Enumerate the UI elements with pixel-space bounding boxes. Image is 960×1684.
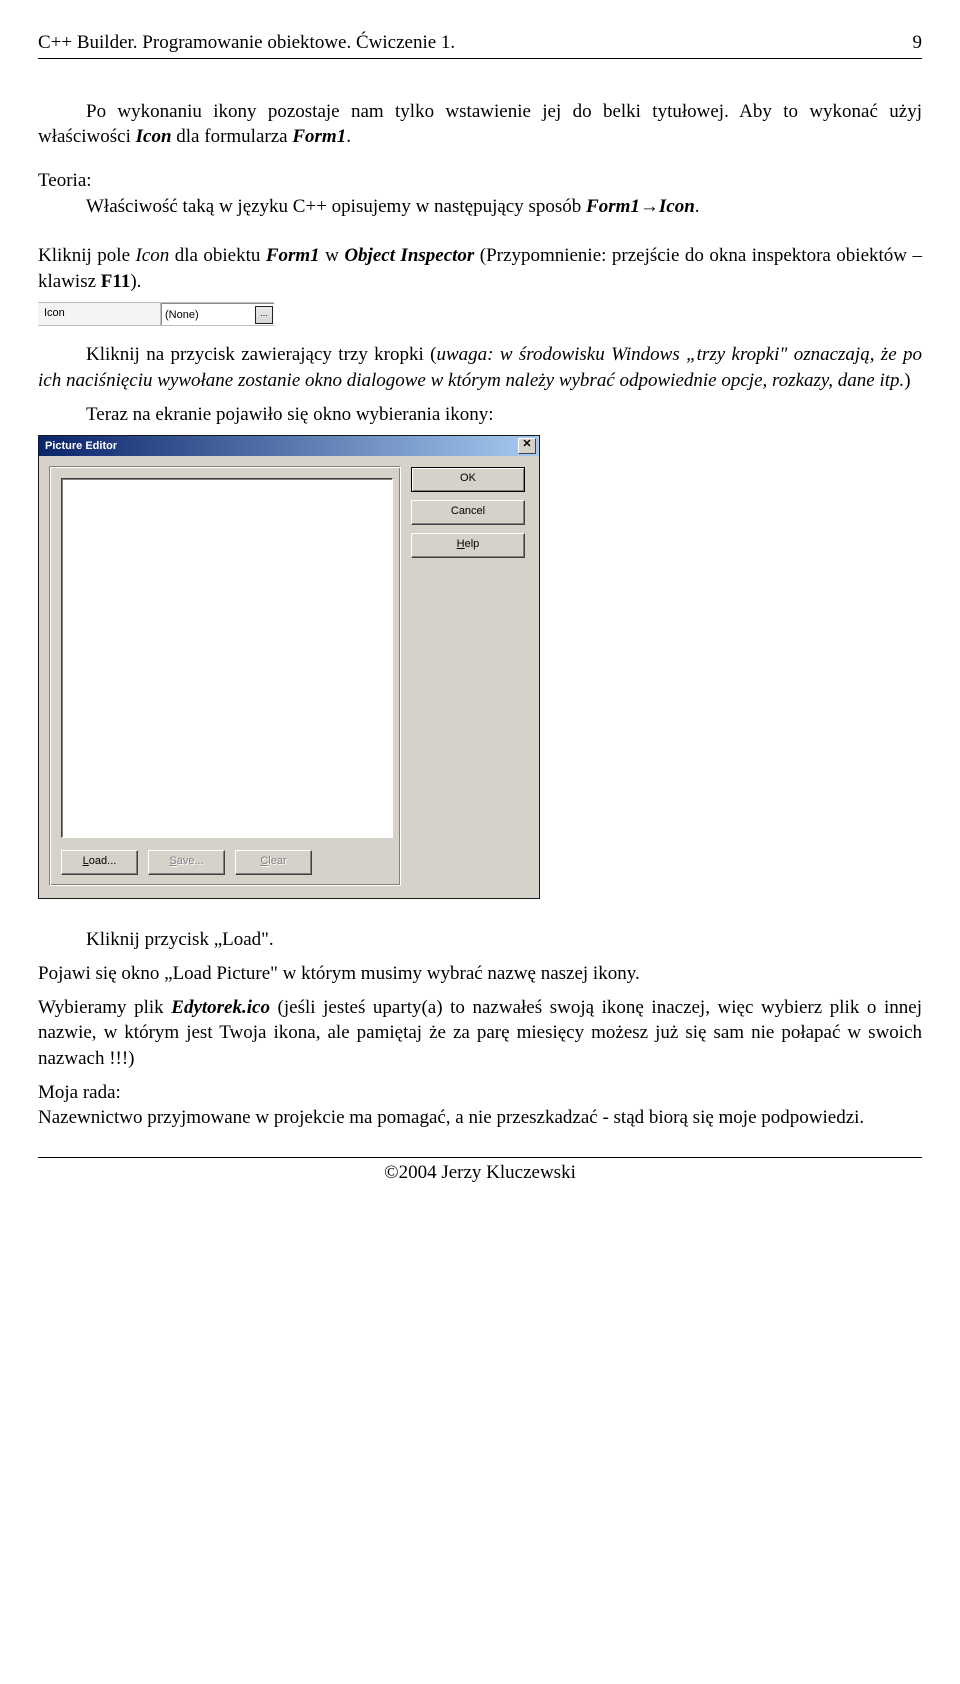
footer-copyright: ©2004 Jerzy Kluczewski <box>38 1160 922 1186</box>
clear-button: Clear <box>235 850 312 875</box>
paragraph-6: Kliknij przycisk „Load". <box>38 927 922 953</box>
footer-divider <box>38 1157 922 1158</box>
inspector-property-name: Icon <box>38 303 161 325</box>
page-number: 9 <box>913 30 923 56</box>
picture-preview-area <box>61 478 393 838</box>
ok-button[interactable]: OK <box>411 467 525 492</box>
inspector-property-value: (None) <box>165 308 199 323</box>
paragraph-5: Teraz na ekranie pojawiło się okno wybie… <box>38 402 922 428</box>
picture-preview-frame: Load... Save... Clear <box>49 466 401 886</box>
inspector-property-value-cell[interactable]: (None) ... <box>161 303 274 325</box>
picture-editor-dialog: Picture Editor ✕ Load... Save... Clear O… <box>38 435 540 899</box>
ellipsis-button[interactable]: ... <box>255 306 273 324</box>
paragraph-teoria: Właściwość taką w języku C++ opisujemy w… <box>38 194 922 220</box>
paragraph-8: Wybieramy plik Edytorek.ico (jeśli jeste… <box>38 995 922 1072</box>
dialog-titlebar[interactable]: Picture Editor ✕ <box>39 436 539 456</box>
header-title: C++ Builder. Programowanie obiektowe. Ćw… <box>38 30 455 56</box>
header-divider <box>38 58 922 59</box>
paragraph-9: Nazewnictwo przyjmowane w projekcie ma p… <box>38 1105 922 1131</box>
moja-rada-label: Moja rada: <box>38 1080 922 1106</box>
close-icon[interactable]: ✕ <box>518 438 536 454</box>
paragraph-3: Kliknij pole Icon dla obiektu Form1 w Ob… <box>38 243 922 294</box>
help-button[interactable]: Help <box>411 533 525 558</box>
save-button: Save... <box>148 850 225 875</box>
dialog-title: Picture Editor <box>45 439 518 454</box>
load-button[interactable]: Load... <box>61 850 138 875</box>
teoria-label: Teoria: <box>38 168 922 194</box>
cancel-button[interactable]: Cancel <box>411 500 525 525</box>
paragraph-1: Po wykonaniu ikony pozostaje nam tylko w… <box>38 99 922 150</box>
object-inspector-row: Icon (None) ... <box>38 302 274 326</box>
page-header: C++ Builder. Programowanie obiektowe. Ćw… <box>38 30 922 56</box>
paragraph-4: Kliknij na przycisk zawierający trzy kro… <box>38 342 922 393</box>
paragraph-7: Pojawi się okno „Load Picture" w którym … <box>38 961 922 987</box>
